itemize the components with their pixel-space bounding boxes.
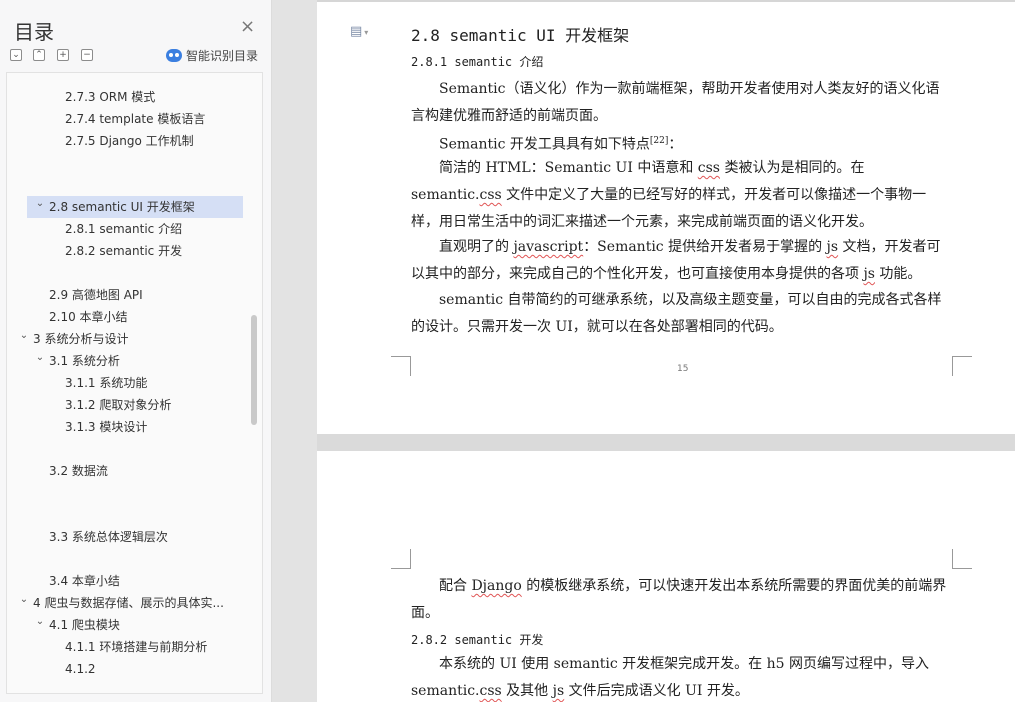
toc-scrollbar[interactable] xyxy=(251,315,257,425)
toc-item-label: 3.3 系统总体逻辑层次 xyxy=(49,530,168,544)
toc-item-label: 3.1 系统分析 xyxy=(49,354,120,368)
crop-mark xyxy=(952,356,972,376)
remove-heading-icon[interactable]: − xyxy=(81,49,93,61)
toc-item-label: 2.10 本章小结 xyxy=(49,310,128,324)
toc-item[interactable]: 3.1.3 模块设计 xyxy=(7,416,243,438)
toc-item[interactable]: 2.8.2 semantic 开发 xyxy=(7,240,243,262)
toc-panel: 目录 × ⌄ ⌃ + − 智能识别目录 2.7.3 ORM 模式 2.7.4 te… xyxy=(0,0,272,702)
subsection-heading: 2.8.2 semantic 开发 xyxy=(411,633,544,647)
paragraph: 直观明了的 javascript：Semantic 提供给开发者易于掌握的 js… xyxy=(411,239,941,282)
toc-item[interactable]: 2.9 高德地图 API xyxy=(7,284,243,306)
chevron-down-icon[interactable]: ⌄ xyxy=(33,193,47,215)
document-area: ▤ ▾ 2.8 semantic UI 开发框架 2.8.1 semantic 介… xyxy=(317,0,1015,702)
paragraph: 配合 Django 的模板继承系统，可以快速开发出本系统所需要的界面优美的前端界… xyxy=(411,578,947,621)
toc-item-label: 4.1.1 环境搭建与前期分析 xyxy=(65,640,208,654)
document-icon[interactable]: ▤ ▾ xyxy=(350,24,368,39)
dropdown-arrow-icon: ▾ xyxy=(364,28,369,37)
toc-item-label: 4 爬虫与数据存储、展示的具体实... xyxy=(33,596,224,610)
toc-item[interactable]: 4.1.2 xyxy=(7,658,243,680)
toc-item[interactable]: 3.1.2 爬取对象分析 xyxy=(7,394,243,416)
toc-item-label: 2.8.1 semantic 介绍 xyxy=(65,222,183,236)
toc-item[interactable]: 3.1.1 系统功能 xyxy=(7,372,243,394)
toc-item-label: 3.1.3 模块设计 xyxy=(65,420,148,434)
toc-item[interactable]: 3.2 数据流 xyxy=(7,460,243,482)
page: 配合 Django 的模板继承系统，可以快速开发出本系统所需要的界面优美的前端界… xyxy=(317,451,1015,702)
page: ▤ ▾ 2.8 semantic UI 开发框架 2.8.1 semantic 介… xyxy=(317,0,1015,434)
section-heading: 2.8 semantic UI 开发框架 xyxy=(411,26,630,45)
toc-item[interactable]: 2.7.3 ORM 模式 xyxy=(7,86,243,108)
paragraph: 本系统的 UI 使用 semantic 开发框架完成开发。在 h5 网页编写过程… xyxy=(411,656,930,699)
page-number: 15 xyxy=(677,364,689,374)
toc-item-label: 2.8 semantic UI 开发框架 xyxy=(49,200,195,214)
crop-mark xyxy=(391,356,411,376)
toc-tree: 2.7.3 ORM 模式 2.7.4 template 模板语言 2.7.5 Dja… xyxy=(6,72,263,694)
smart-toc-button[interactable]: 智能识别目录 xyxy=(166,47,258,64)
subsection-heading: 2.8.1 semantic 介绍 xyxy=(411,55,544,69)
smart-toc-label: 智能识别目录 xyxy=(186,49,259,63)
page-separator xyxy=(317,434,1015,451)
chevron-down-icon[interactable]: ⌄ xyxy=(17,325,31,347)
toc-item-label: 2.7.4 template 模板语言 xyxy=(65,112,206,126)
toc-item-label: 3.1.1 系统功能 xyxy=(65,376,148,390)
chevron-down-icon[interactable]: ⌄ xyxy=(33,347,47,369)
citation-ref[interactable]: [22] xyxy=(650,136,668,146)
toc-item-label: 2.8.2 semantic 开发 xyxy=(65,244,183,258)
toc-item-label: 3 系统分析与设计 xyxy=(33,332,129,346)
close-icon[interactable]: × xyxy=(240,18,255,36)
toc-item-label: 4.1 爬虫模块 xyxy=(49,618,120,632)
collapse-all-icon[interactable]: ⌄ xyxy=(10,49,22,61)
ai-robot-icon xyxy=(166,49,182,62)
crop-mark xyxy=(391,549,411,569)
expand-up-icon[interactable]: ⌃ xyxy=(33,49,45,61)
toc-item[interactable]: 3.4 本章小结 xyxy=(7,570,243,592)
toc-item-label: 3.2 数据流 xyxy=(49,464,108,478)
toc-item-label: 2.7.5 Django 工作机制 xyxy=(65,134,194,148)
chevron-down-icon[interactable]: ⌄ xyxy=(17,589,31,611)
toc-item[interactable]: ⌄ 4.1 爬虫模块 xyxy=(7,614,243,636)
toc-item-label: 3.1.2 爬取对象分析 xyxy=(65,398,172,412)
toc-item-label: 3.4 本章小结 xyxy=(49,574,120,588)
toc-item[interactable]: 2.7.5 Django 工作机制 xyxy=(7,130,243,152)
add-heading-icon[interactable]: + xyxy=(57,49,69,61)
toc-item[interactable]: 2.7.4 template 模板语言 xyxy=(7,108,243,130)
toc-title: 目录 xyxy=(14,20,54,44)
paragraph: semantic 自带简约的可继承系统，以及高级主题变量，可以自由的完成各式各样… xyxy=(411,292,942,335)
toc-item[interactable]: 3.3 系统总体逻辑层次 xyxy=(7,526,243,548)
toc-item[interactable]: 4.1.1 环境搭建与前期分析 xyxy=(7,636,243,658)
toc-item[interactable]: 2.8.1 semantic 介绍 xyxy=(7,218,243,240)
toc-item-label: 2.7.3 ORM 模式 xyxy=(65,90,156,104)
toc-item[interactable]: ⌄ 3.1 系统分析 xyxy=(7,350,243,372)
toc-item[interactable]: 2.10 本章小结 xyxy=(7,306,243,328)
toc-item[interactable]: ⌄ 2.8 semantic UI 开发框架 xyxy=(27,196,243,218)
toc-item-label: 2.9 高德地图 API xyxy=(49,288,143,302)
paragraph: Semantic（语义化）作为一款前端框架，帮助开发者使用对人类友好的语义化语言… xyxy=(411,81,940,124)
chevron-down-icon[interactable]: ⌄ xyxy=(33,611,47,633)
paragraph: 简洁的 HTML：Semantic UI 中语意和 css 类被认为是相同的。在… xyxy=(411,160,927,230)
crop-mark xyxy=(952,549,972,569)
toc-item-label: 4.1.2 xyxy=(65,662,96,676)
